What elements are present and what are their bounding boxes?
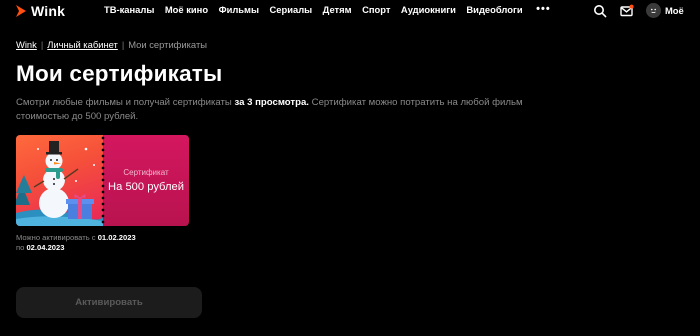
profile-menu[interactable]: Моё <box>646 3 684 18</box>
activation-to-prefix: по <box>16 243 27 252</box>
breadcrumb-current: Мои сертификаты <box>128 39 207 50</box>
certificate-value: На 500 рублей <box>108 181 184 193</box>
certificate-label: Сертификат <box>123 168 169 177</box>
nav-item-sport[interactable]: Спорт <box>362 4 390 15</box>
wink-logo[interactable]: Wink <box>15 3 65 19</box>
logo-text: Wink <box>31 3 66 19</box>
ticket-perforation <box>101 135 105 226</box>
certificate-card[interactable]: Сертификат На 500 рублей <box>16 135 189 226</box>
snowman-illustration-icon <box>16 141 104 226</box>
breadcrumb-home-link[interactable]: Wink <box>16 39 37 50</box>
nav-item-tv-channels[interactable]: ТВ-каналы <box>104 4 154 15</box>
avatar-face-icon <box>651 8 656 13</box>
nav-item-films[interactable]: Фильмы <box>219 4 259 15</box>
page-description: Смотри любые фильмы и получай сертификат… <box>16 96 556 123</box>
main-nav: ТВ-каналы Моё кино Фильмы Сериалы Детям … <box>104 4 551 16</box>
certificate-info: Сертификат На 500 рублей <box>101 135 189 226</box>
nav-item-series[interactable]: Сериалы <box>270 4 313 15</box>
description-highlight: за 3 просмотра. <box>234 97 309 108</box>
nav-item-my-movies[interactable]: Моё кино <box>165 4 208 15</box>
notifications-mail-icon[interactable] <box>620 4 634 18</box>
search-icon[interactable] <box>593 4 607 18</box>
activation-period: Можно активировать с 01.02.2023 по 02.04… <box>16 233 136 253</box>
breadcrumb-separator: | <box>40 39 44 50</box>
activate-button[interactable]: Активировать <box>16 287 202 318</box>
nav-item-videoblogs[interactable]: Видеоблоги <box>466 4 522 15</box>
page-title: Мои сертификаты <box>16 61 223 86</box>
breadcrumb-account-link[interactable]: Личный кабинет <box>47 39 118 50</box>
profile-label: Моё <box>665 5 684 16</box>
breadcrumb-separator: | <box>121 39 125 50</box>
activation-to-date: 02.04.2023 <box>26 243 65 252</box>
nav-item-kids[interactable]: Детям <box>323 4 352 15</box>
wink-logo-icon <box>16 5 26 17</box>
more-menu-icon[interactable]: ••• <box>536 4 551 15</box>
nav-item-audiobooks[interactable]: Аудиокниги <box>401 4 456 15</box>
certificate-image <box>16 135 104 226</box>
avatar <box>646 3 661 18</box>
top-header: Wink ТВ-каналы Моё кино Фильмы Сериалы Д… <box>0 0 700 22</box>
activation-prefix: Можно активировать с <box>16 233 98 242</box>
description-text: Смотри любые фильмы и получай сертификат… <box>16 97 235 108</box>
activation-from-date: 01.02.2023 <box>97 233 136 242</box>
breadcrumb: Wink | Личный кабинет | Мои сертификаты <box>16 39 207 50</box>
